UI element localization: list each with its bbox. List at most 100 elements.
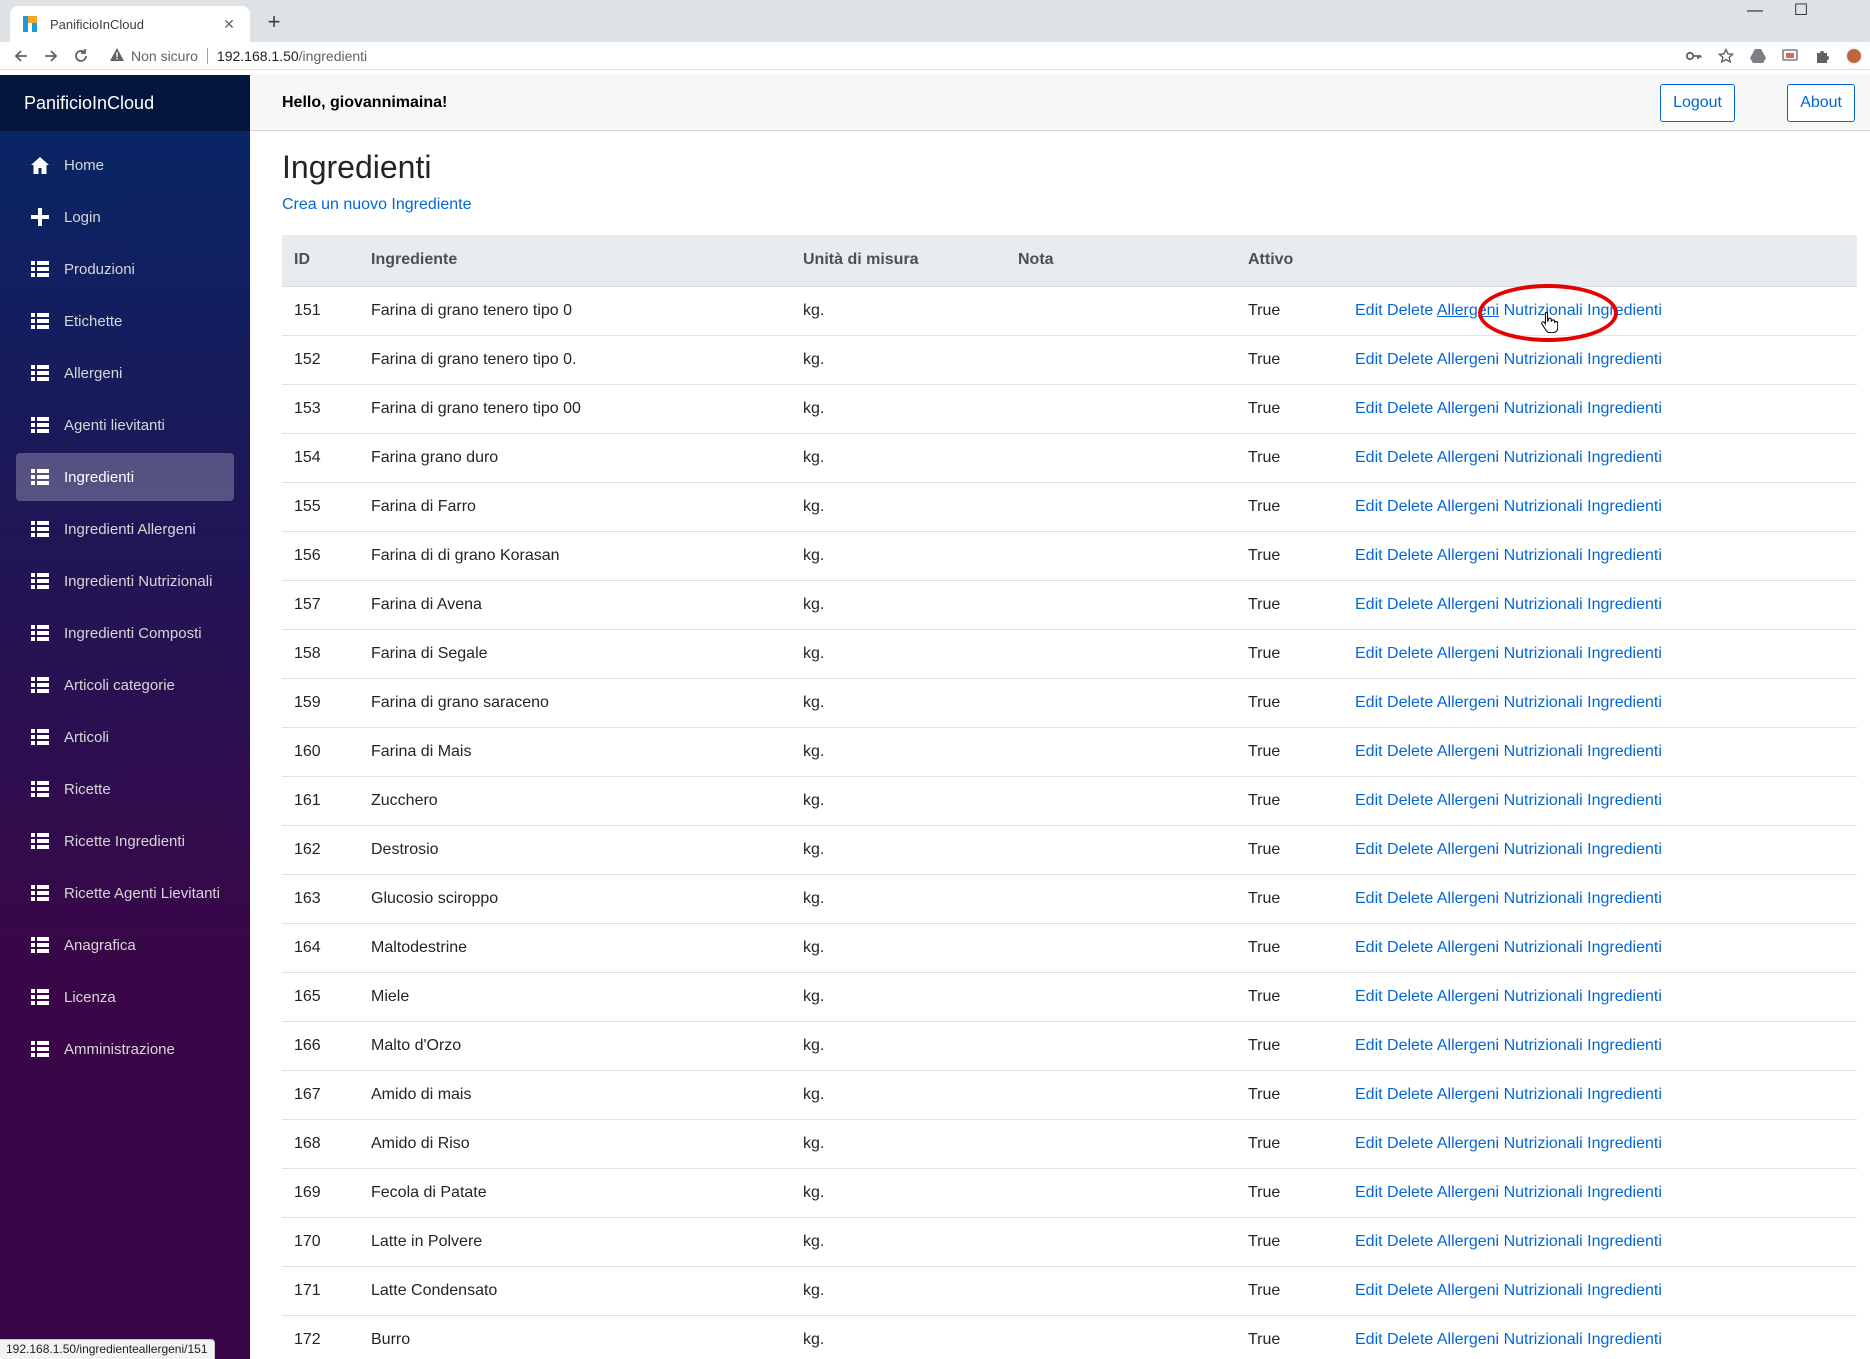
ingredienti-link[interactable]: Ingredienti xyxy=(1587,939,1662,956)
sidebar-item-articoli[interactable]: Articoli xyxy=(16,713,234,761)
delete-link[interactable]: Delete xyxy=(1387,1135,1433,1152)
edit-link[interactable]: Edit xyxy=(1355,939,1383,956)
ingredienti-link[interactable]: Ingredienti xyxy=(1587,694,1662,711)
edit-link[interactable]: Edit xyxy=(1355,792,1383,809)
nutrizionali-link[interactable]: Nutrizionali xyxy=(1504,645,1583,662)
delete-link[interactable]: Delete xyxy=(1387,1086,1433,1103)
sidebar-item-licenza[interactable]: Licenza xyxy=(16,973,234,1021)
allergeni-link[interactable]: Allergeni xyxy=(1437,1037,1499,1054)
delete-link[interactable]: Delete xyxy=(1387,694,1433,711)
ingredienti-link[interactable]: Ingredienti xyxy=(1587,596,1662,613)
new-tab-button[interactable]: + xyxy=(260,8,288,36)
allergeni-link[interactable]: Allergeni xyxy=(1437,939,1499,956)
sidebar-item-ingredienti-nutrizionali[interactable]: Ingredienti Nutrizionali xyxy=(16,557,234,605)
maximize-window-button[interactable]: ☐ xyxy=(1778,0,1824,30)
ingredienti-link[interactable]: Ingredienti xyxy=(1587,743,1662,760)
ingredienti-link[interactable]: Ingredienti xyxy=(1587,1184,1662,1201)
ingredienti-link[interactable]: Ingredienti xyxy=(1587,302,1662,319)
delete-link[interactable]: Delete xyxy=(1387,547,1433,564)
delete-link[interactable]: Delete xyxy=(1387,1282,1433,1299)
delete-link[interactable]: Delete xyxy=(1387,1233,1433,1250)
delete-link[interactable]: Delete xyxy=(1387,988,1433,1005)
ingredienti-link[interactable]: Ingredienti xyxy=(1587,1233,1662,1250)
edit-link[interactable]: Edit xyxy=(1355,1086,1383,1103)
nutrizionali-link[interactable]: Nutrizionali xyxy=(1504,1331,1583,1348)
sidebar-item-home[interactable]: Home xyxy=(16,141,234,189)
ingredienti-link[interactable]: Ingredienti xyxy=(1587,988,1662,1005)
sidebar-item-amministrazione[interactable]: Amministrazione xyxy=(16,1025,234,1073)
allergeni-link[interactable]: Allergeni xyxy=(1437,547,1499,564)
brand-title[interactable]: PanificioInCloud xyxy=(0,75,250,131)
ingredienti-link[interactable]: Ingredienti xyxy=(1587,1086,1662,1103)
allergeni-link[interactable]: Allergeni xyxy=(1437,841,1499,858)
edit-link[interactable]: Edit xyxy=(1355,743,1383,760)
sidebar-item-etichette[interactable]: Etichette xyxy=(16,297,234,345)
sidebar-item-ricette-agenti-lievitanti[interactable]: Ricette Agenti Lievitanti xyxy=(16,869,234,917)
allergeni-link[interactable]: Allergeni xyxy=(1437,694,1499,711)
edit-link[interactable]: Edit xyxy=(1355,351,1383,368)
edit-link[interactable]: Edit xyxy=(1355,547,1383,564)
allergeni-link[interactable]: Allergeni xyxy=(1437,449,1499,466)
allergeni-link[interactable]: Allergeni xyxy=(1437,596,1499,613)
cast-extension-icon[interactable] xyxy=(1774,42,1806,70)
key-icon[interactable] xyxy=(1678,42,1710,70)
edit-link[interactable]: Edit xyxy=(1355,1233,1383,1250)
profile-avatar[interactable] xyxy=(1838,42,1870,70)
nutrizionali-link[interactable]: Nutrizionali xyxy=(1504,400,1583,417)
about-button[interactable]: About xyxy=(1787,84,1855,122)
nutrizionali-link[interactable]: Nutrizionali xyxy=(1504,498,1583,515)
nutrizionali-link[interactable]: Nutrizionali xyxy=(1504,1233,1583,1250)
minimize-window-button[interactable]: — xyxy=(1732,0,1778,30)
delete-link[interactable]: Delete xyxy=(1387,792,1433,809)
allergeni-link[interactable]: Allergeni xyxy=(1437,400,1499,417)
nutrizionali-link[interactable]: Nutrizionali xyxy=(1504,1037,1583,1054)
ingredienti-link[interactable]: Ingredienti xyxy=(1587,890,1662,907)
extensions-puzzle-icon[interactable] xyxy=(1806,42,1838,70)
allergeni-link[interactable]: Allergeni xyxy=(1437,1135,1499,1152)
edit-link[interactable]: Edit xyxy=(1355,1184,1383,1201)
delete-link[interactable]: Delete xyxy=(1387,939,1433,956)
edit-link[interactable]: Edit xyxy=(1355,302,1383,319)
delete-link[interactable]: Delete xyxy=(1387,596,1433,613)
nutrizionali-link[interactable]: Nutrizionali xyxy=(1504,351,1583,368)
delete-link[interactable]: Delete xyxy=(1387,449,1433,466)
ingredienti-link[interactable]: Ingredienti xyxy=(1587,841,1662,858)
delete-link[interactable]: Delete xyxy=(1387,1037,1433,1054)
edit-link[interactable]: Edit xyxy=(1355,645,1383,662)
edit-link[interactable]: Edit xyxy=(1355,841,1383,858)
allergeni-link[interactable]: Allergeni xyxy=(1437,988,1499,1005)
sidebar-item-ingredienti-composti[interactable]: Ingredienti Composti xyxy=(16,609,234,657)
nutrizionali-link[interactable]: Nutrizionali xyxy=(1504,792,1583,809)
delete-link[interactable]: Delete xyxy=(1387,400,1433,417)
nutrizionali-link[interactable]: Nutrizionali xyxy=(1504,988,1583,1005)
delete-link[interactable]: Delete xyxy=(1387,743,1433,760)
allergeni-link[interactable]: Allergeni xyxy=(1437,498,1499,515)
edit-link[interactable]: Edit xyxy=(1355,400,1383,417)
reload-icon[interactable] xyxy=(66,42,96,70)
sidebar-item-produzioni[interactable]: Produzioni xyxy=(16,245,234,293)
allergeni-link[interactable]: Allergeni xyxy=(1437,890,1499,907)
nutrizionali-link[interactable]: Nutrizionali xyxy=(1504,596,1583,613)
allergeni-link[interactable]: Allergeni xyxy=(1437,1086,1499,1103)
delete-link[interactable]: Delete xyxy=(1387,841,1433,858)
allergeni-link[interactable]: Allergeni xyxy=(1437,792,1499,809)
edit-link[interactable]: Edit xyxy=(1355,449,1383,466)
ingredienti-link[interactable]: Ingredienti xyxy=(1587,1282,1662,1299)
delete-link[interactable]: Delete xyxy=(1387,1331,1433,1348)
ingredienti-link[interactable]: Ingredienti xyxy=(1587,792,1662,809)
sidebar-item-login[interactable]: Login xyxy=(16,193,234,241)
ingredienti-link[interactable]: Ingredienti xyxy=(1587,1135,1662,1152)
delete-link[interactable]: Delete xyxy=(1387,498,1433,515)
ingredienti-link[interactable]: Ingredienti xyxy=(1587,449,1662,466)
sidebar-item-ingredienti[interactable]: Ingredienti xyxy=(16,453,234,501)
nutrizionali-link[interactable]: Nutrizionali xyxy=(1504,841,1583,858)
allergeni-link[interactable]: Allergeni xyxy=(1437,302,1499,319)
sidebar-item-ricette-ingredienti[interactable]: Ricette Ingredienti xyxy=(16,817,234,865)
sidebar-item-ingredienti-allergeni[interactable]: Ingredienti Allergeni xyxy=(16,505,234,553)
allergeni-link[interactable]: Allergeni xyxy=(1437,743,1499,760)
edit-link[interactable]: Edit xyxy=(1355,694,1383,711)
star-bookmark-icon[interactable] xyxy=(1710,42,1742,70)
nutrizionali-link[interactable]: Nutrizionali xyxy=(1504,1184,1583,1201)
address-bar[interactable]: Non sicuro 192.168.1.50/ingredienti xyxy=(110,43,367,69)
ingredienti-link[interactable]: Ingredienti xyxy=(1587,351,1662,368)
